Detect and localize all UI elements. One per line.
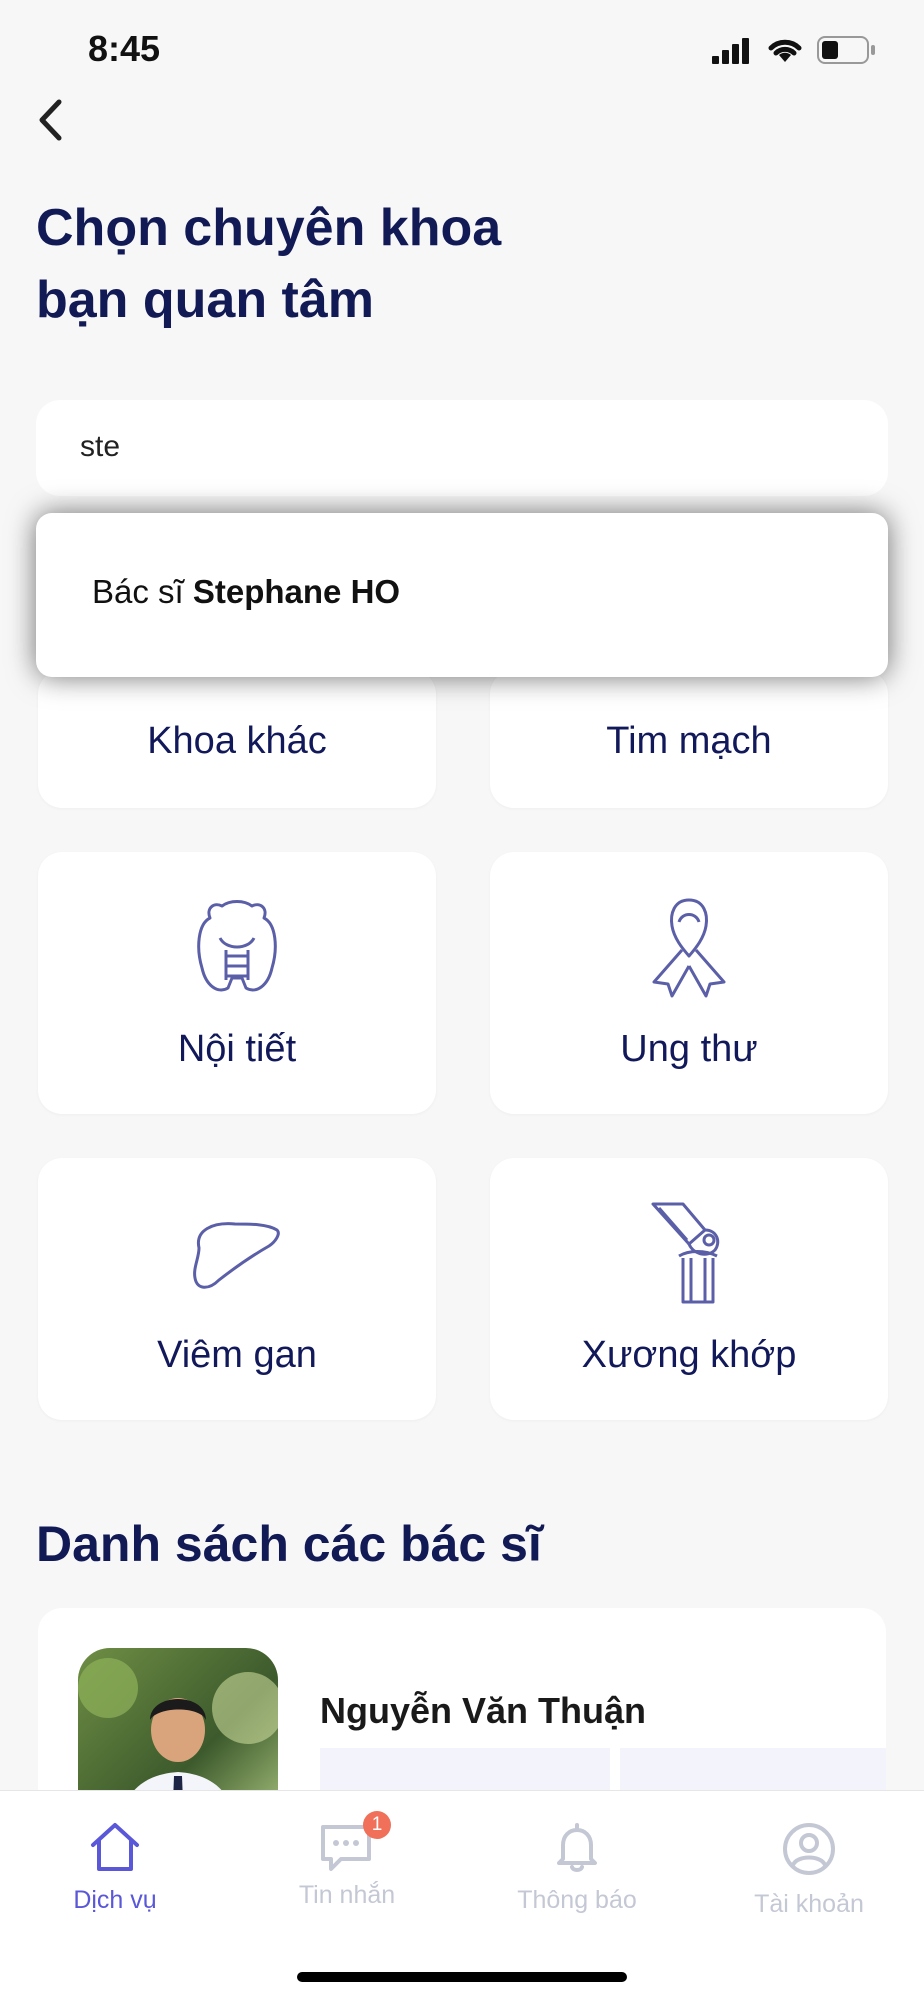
search-input-value: ste — [80, 430, 121, 463]
bottom-tab-bar: Dịch vụ 1 Tin nhắn Thông báo Tài khoản — [0, 1790, 924, 2001]
specialty-card-xuong-khop[interactable]: Xương khớp — [490, 1158, 888, 1420]
tab-thong-bao[interactable]: Thông báo — [497, 1821, 657, 1915]
specialty-label: Nội tiết — [177, 1028, 297, 1070]
knee-joint-icon — [651, 1202, 720, 1304]
specialty-label: Viêm gan — [157, 1334, 317, 1376]
chevron-left-icon — [39, 99, 62, 141]
wifi-icon — [766, 34, 804, 69]
specialty-label: Tim mạch — [606, 720, 772, 762]
signal-icon — [712, 38, 752, 69]
specialty-label: Ung thư — [620, 1028, 758, 1070]
tab-label: Tài khoản — [754, 1890, 864, 1918]
battery-icon — [817, 36, 877, 69]
search-suggestion-dropdown: Bác sĩ Stephane HO — [36, 513, 888, 677]
page-title-line2: bạn quan tâm — [36, 271, 375, 329]
home-icon — [91, 1823, 139, 1871]
ribbon-icon — [652, 898, 726, 998]
specialty-label: Khoa khác — [147, 720, 327, 762]
thyroid-icon — [197, 900, 277, 992]
doctors-section-title: Danh sách các bác sĩ — [36, 1516, 542, 1572]
home-indicator — [297, 1972, 627, 1982]
back-button[interactable] — [30, 92, 70, 148]
specialty-label: Xương khớp — [581, 1334, 797, 1376]
bell-icon — [557, 1823, 597, 1872]
liver-icon — [193, 1222, 280, 1289]
page-title: Chọn chuyên khoa bạn quan tâm — [36, 192, 501, 336]
status-time: 8:45 — [88, 28, 161, 69]
specialty-card-ung-thu[interactable]: Ung thư — [490, 852, 888, 1114]
suggestion-name: Stephane HO — [192, 573, 401, 610]
tab-tai-khoan[interactable]: Tài khoản — [729, 1821, 889, 1919]
unread-badge: 1 — [363, 1811, 391, 1839]
specialty-card-khoa-khac[interactable]: Khoa khác — [38, 670, 436, 808]
specialty-card-noi-tiet[interactable]: Nội tiết — [38, 852, 436, 1114]
suggestion-item[interactable]: Bác sĩ Stephane HO — [92, 573, 400, 611]
suggestion-prefix: Bác sĩ — [92, 573, 193, 610]
tab-dich-vu[interactable]: Dịch vụ — [35, 1821, 195, 1915]
doctor-name: Nguyễn Văn Thuận — [320, 1690, 647, 1731]
tab-tin-nhan[interactable]: 1 Tin nhắn — [267, 1811, 427, 1910]
page-title-line1: Chọn chuyên khoa — [36, 199, 502, 257]
account-icon — [783, 1823, 835, 1875]
tab-label: Thông báo — [517, 1886, 637, 1914]
tab-label: Dịch vụ — [73, 1886, 157, 1914]
search-input[interactable]: ste — [36, 400, 888, 496]
tab-label: Tin nhắn — [298, 1881, 396, 1909]
specialty-card-viem-gan[interactable]: Viêm gan — [38, 1158, 436, 1420]
specialty-card-tim-mach[interactable]: Tim mạch — [490, 670, 888, 808]
